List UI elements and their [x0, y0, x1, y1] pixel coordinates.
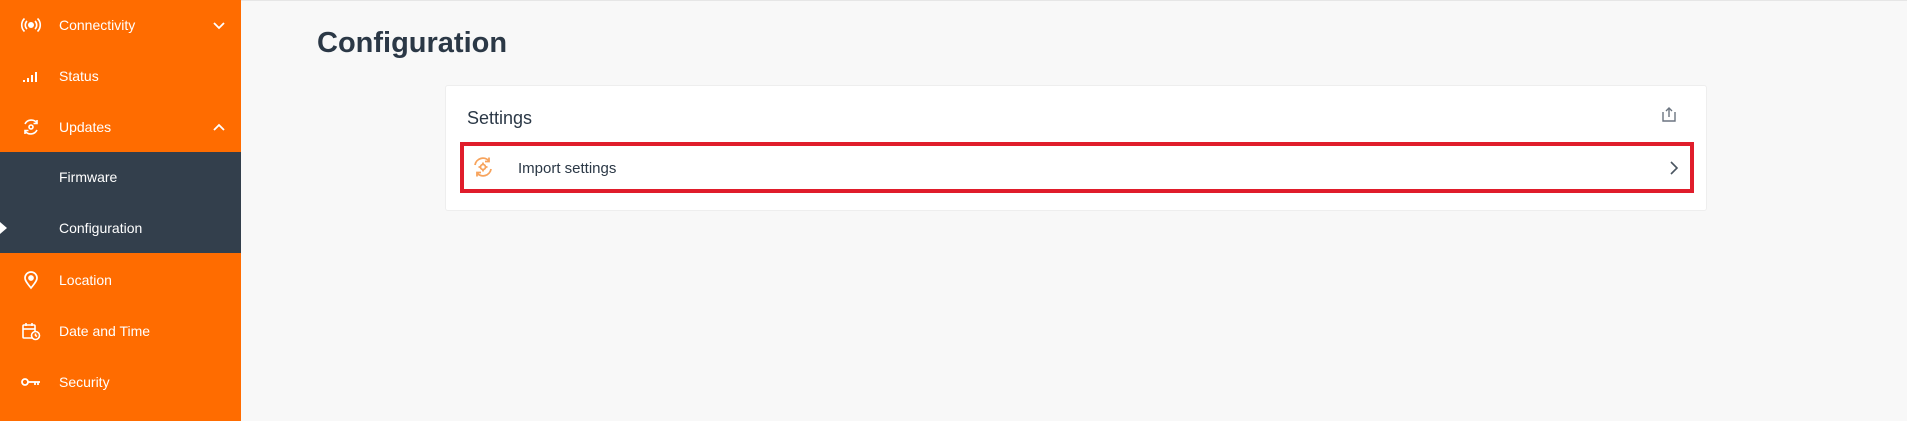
main-content: Configuration Settings Import settings	[241, 0, 1907, 421]
settings-card: Settings Import settings	[445, 85, 1707, 211]
sidebar-item-label: Updates	[59, 119, 112, 135]
sidebar-item-label: Status	[59, 68, 99, 84]
chevron-up-icon	[211, 119, 227, 135]
chevron-down-icon	[211, 17, 227, 33]
updates-submenu: Firmware Configuration	[0, 152, 241, 253]
key-icon	[20, 371, 42, 393]
sidebar-item-updates[interactable]: Updates	[0, 102, 241, 152]
sidebar-subitem-configuration[interactable]: Configuration	[0, 203, 241, 253]
sidebar-item-security[interactable]: Security	[0, 357, 241, 407]
sidebar-item-status[interactable]: Status	[0, 51, 241, 101]
chevron-right-icon	[1666, 159, 1682, 177]
calendar-clock-icon	[20, 320, 42, 342]
location-pin-icon	[20, 269, 42, 291]
import-settings-icon	[470, 154, 496, 180]
sidebar-item-label: Date and Time	[59, 323, 151, 339]
card-title: Settings	[467, 108, 533, 128]
app-window: Connectivity Status Updates Firmware Con…	[0, 0, 1907, 421]
export-icon[interactable]	[1660, 106, 1678, 124]
update-sync-icon	[20, 116, 42, 138]
row-label: Import settings	[518, 160, 617, 177]
sidebar-subitem-firmware[interactable]: Firmware	[0, 152, 241, 202]
sidebar-item-location[interactable]: Location	[0, 255, 241, 305]
active-indicator	[0, 222, 7, 234]
sidebar-subitem-label: Firmware	[59, 169, 118, 185]
sidebar-item-connectivity[interactable]: Connectivity	[0, 0, 241, 50]
sidebar-item-date-time[interactable]: Date and Time	[0, 306, 241, 356]
import-settings-row[interactable]: Import settings	[460, 142, 1694, 193]
antenna-icon	[20, 14, 42, 36]
sidebar-item-label: Connectivity	[59, 17, 136, 33]
page-title: Configuration	[317, 27, 508, 59]
sidebar-item-label: Location	[59, 272, 112, 288]
sidebar-subitem-label: Configuration	[59, 220, 143, 236]
sidebar-item-label: Security	[59, 374, 110, 390]
sidebar: Connectivity Status Updates Firmware Con…	[0, 0, 241, 421]
signal-bars-icon	[20, 65, 42, 87]
